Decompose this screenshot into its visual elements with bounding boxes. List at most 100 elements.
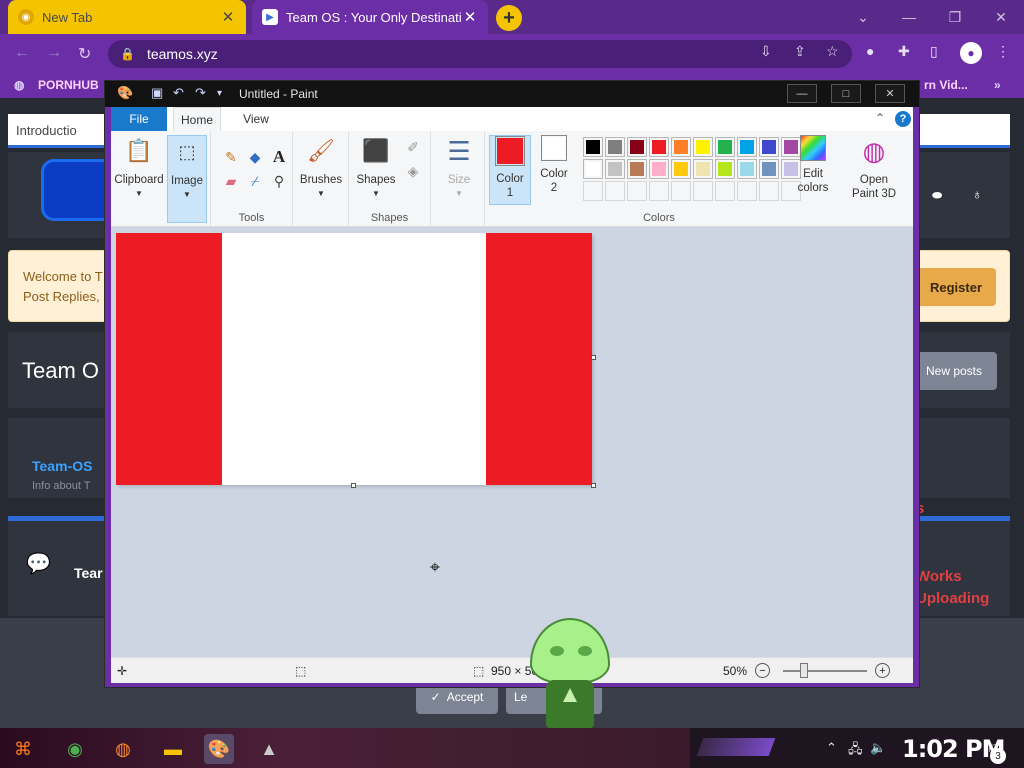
- collapse-ribbon-icon[interactable]: ⌃: [875, 111, 885, 125]
- palette-swatch[interactable]: [649, 137, 669, 157]
- canvas-area[interactable]: ⌖: [111, 227, 913, 657]
- sidepanel-icon[interactable]: ▯: [930, 43, 938, 60]
- extensions-icon[interactable]: ✚: [898, 43, 910, 60]
- custom-swatch[interactable]: [715, 181, 735, 201]
- forward-icon[interactable]: →: [46, 44, 62, 62]
- clipboard-button[interactable]: 📋 Clipboard ▼: [114, 135, 163, 201]
- zoom-in-icon[interactable]: +: [875, 663, 890, 678]
- help-icon[interactable]: ?: [895, 111, 911, 127]
- color1-button[interactable]: Color 1: [489, 135, 531, 205]
- resize-handle-right[interactable]: [591, 355, 596, 360]
- palette-swatch[interactable]: [759, 137, 779, 157]
- palette-swatch[interactable]: [715, 137, 735, 157]
- network-icon[interactable]: 🖧: [848, 740, 863, 762]
- site-logo[interactable]: [44, 162, 112, 218]
- outline-icon[interactable]: ✐: [403, 137, 423, 157]
- eraser-icon[interactable]: ▰: [221, 171, 241, 191]
- zoom-thumb[interactable]: [800, 663, 808, 678]
- page-tab-label[interactable]: Introductio: [16, 123, 77, 138]
- palette-swatch[interactable]: [649, 159, 669, 179]
- resize-handle-bottom[interactable]: [351, 483, 356, 488]
- bulb-icon[interactable]: ♁: [972, 186, 983, 202]
- sidebar-text[interactable]: Uploading: [916, 590, 989, 607]
- palette-swatch[interactable]: [737, 159, 757, 179]
- color2-button[interactable]: Color 2: [533, 135, 575, 195]
- star-icon[interactable]: ☆: [826, 43, 839, 60]
- chrome-icon[interactable]: ◉: [60, 734, 90, 764]
- close-icon[interactable]: ✕: [462, 8, 478, 26]
- sidebar-text[interactable]: Works: [916, 568, 962, 585]
- drawing-canvas[interactable]: [116, 233, 592, 485]
- custom-swatch[interactable]: [759, 181, 779, 201]
- size-button[interactable]: ☰ Size ▼: [439, 135, 479, 201]
- tab-home[interactable]: Home: [173, 107, 221, 131]
- address-bar[interactable]: 🔒 teamos.xyz: [108, 40, 852, 68]
- custom-swatch[interactable]: [649, 181, 669, 201]
- custom-swatch[interactable]: [693, 181, 713, 201]
- install-icon[interactable]: ⇩: [760, 43, 772, 60]
- register-button[interactable]: Register: [916, 268, 996, 306]
- reload-icon[interactable]: ↻: [78, 44, 91, 64]
- minimize-button[interactable]: —: [886, 0, 932, 34]
- undo-icon[interactable]: ↶: [173, 85, 184, 101]
- custom-swatch[interactable]: [627, 181, 647, 201]
- chevron-down-icon[interactable]: ⌄: [840, 0, 886, 34]
- edit-colors-button[interactable]: Edit colors: [791, 135, 835, 195]
- custom-swatch[interactable]: [583, 181, 603, 201]
- toggle-icon[interactable]: ⬬: [932, 188, 942, 203]
- redo-icon[interactable]: ↷: [195, 85, 206, 101]
- section-name[interactable]: Tear: [74, 565, 103, 581]
- palette-swatch[interactable]: [671, 159, 691, 179]
- fill-icon[interactable]: ◆: [245, 147, 265, 167]
- paint-taskbar-icon[interactable]: 🎨: [204, 734, 234, 764]
- color-picker-icon[interactable]: ⌿: [245, 171, 265, 191]
- open-paint3d-button[interactable]: ◍ Open Paint 3D: [845, 135, 903, 201]
- tab-file[interactable]: File: [111, 107, 167, 131]
- palette-swatch[interactable]: [583, 137, 603, 157]
- start-icon[interactable]: ⌘: [8, 734, 38, 764]
- share-icon[interactable]: ⇪: [794, 43, 806, 60]
- close-window-button[interactable]: ✕: [978, 0, 1024, 34]
- pencil-icon[interactable]: ✎: [221, 147, 241, 167]
- new-tab-button[interactable]: +: [496, 5, 522, 31]
- shapes-button[interactable]: ⬛ Shapes ▼: [353, 135, 399, 201]
- customize-qa-icon[interactable]: ▾: [217, 88, 222, 99]
- paint-app-icon[interactable]: 🎨: [117, 85, 133, 101]
- custom-swatch[interactable]: [605, 181, 625, 201]
- back-icon[interactable]: ←: [14, 44, 30, 62]
- save-icon[interactable]: ▣: [151, 85, 163, 101]
- app-icon[interactable]: ▲: [254, 734, 284, 764]
- palette-swatch[interactable]: [715, 159, 735, 179]
- palette-swatch[interactable]: [627, 137, 647, 157]
- menu-icon[interactable]: ⋮: [996, 43, 1010, 60]
- profile-ext-icon[interactable]: ●: [866, 43, 874, 59]
- palette-swatch[interactable]: [671, 137, 691, 157]
- text-icon[interactable]: A: [269, 147, 289, 167]
- zoom-out-icon[interactable]: −: [755, 663, 770, 678]
- custom-swatch[interactable]: [737, 181, 757, 201]
- brushes-button[interactable]: 🖌 Brushes ▼: [297, 135, 345, 201]
- minimize-button[interactable]: —: [787, 84, 817, 103]
- avatar[interactable]: ●: [960, 42, 982, 64]
- palette-swatch[interactable]: [693, 159, 713, 179]
- fill-shape-icon[interactable]: ◈: [403, 161, 423, 181]
- close-button[interactable]: ✕: [875, 84, 905, 103]
- folder-icon[interactable]: ▬: [158, 734, 188, 764]
- volume-icon[interactable]: 🔈: [870, 740, 886, 756]
- palette-swatch[interactable]: [605, 159, 625, 179]
- palette-swatch[interactable]: [627, 159, 647, 179]
- bookmark-pornhub[interactable]: PORNHUB: [38, 78, 99, 92]
- maximize-button[interactable]: □: [831, 84, 861, 103]
- magnifier-icon[interactable]: ⚲: [269, 171, 289, 191]
- firefox-icon[interactable]: ◍: [108, 734, 138, 764]
- palette-swatch[interactable]: [693, 137, 713, 157]
- close-icon[interactable]: ✕: [220, 8, 236, 26]
- new-posts-button[interactable]: New posts: [911, 352, 997, 390]
- zoom-slider[interactable]: [783, 670, 867, 672]
- palette-swatch[interactable]: [759, 159, 779, 179]
- forum-name[interactable]: Team-OS: [32, 458, 92, 474]
- resize-handle-corner[interactable]: [591, 483, 596, 488]
- tab-view[interactable]: View: [233, 107, 279, 131]
- bookmark-porn-vid[interactable]: rn Vid...: [924, 78, 968, 92]
- tab-team-os[interactable]: ▶ Team OS : Your Only Destinati ✕: [252, 0, 488, 34]
